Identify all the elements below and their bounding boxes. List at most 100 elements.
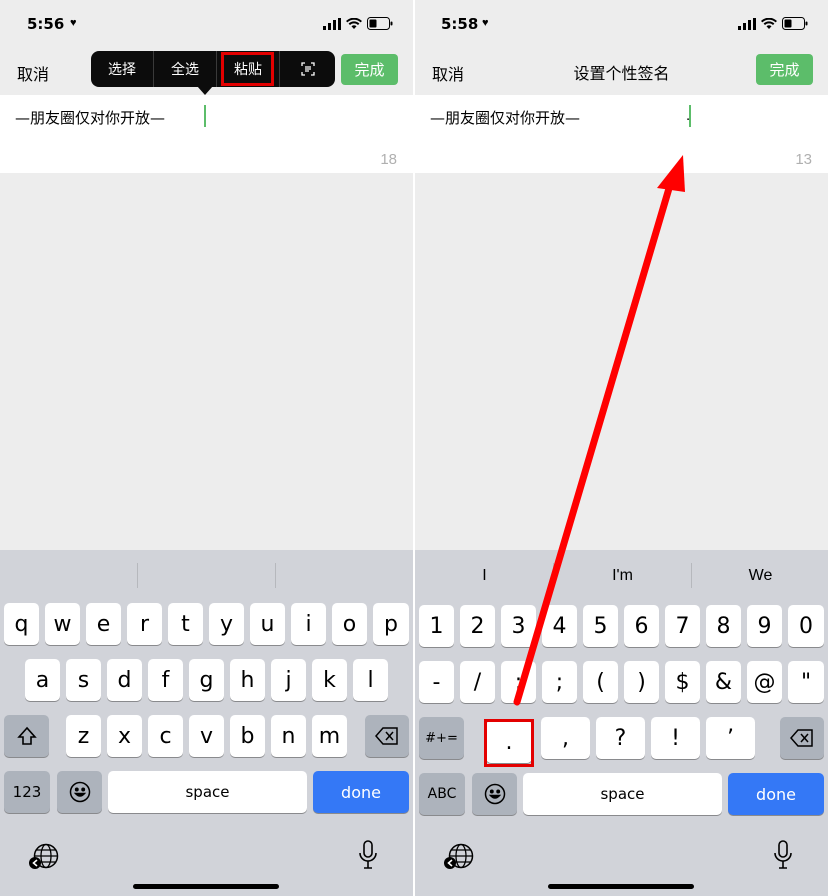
key[interactable]: g: [189, 659, 224, 701]
key[interactable]: j: [271, 659, 306, 701]
key[interactable]: c: [148, 715, 183, 757]
suggestion-word[interactable]: I: [416, 567, 553, 585]
key[interactable]: r: [127, 603, 162, 645]
status-time: 5:56: [27, 15, 65, 33]
key[interactable]: q: [4, 603, 39, 645]
key[interactable]: 3: [501, 605, 536, 647]
suggestion-word[interactable]: I'm: [554, 567, 691, 585]
key[interactable]: 6: [624, 605, 659, 647]
key[interactable]: i: [291, 603, 326, 645]
key[interactable]: ?: [596, 717, 645, 759]
emoji-icon: [484, 783, 505, 805]
globe-icon[interactable]: [443, 843, 477, 871]
key[interactable]: n: [271, 715, 306, 757]
key[interactable]: b: [230, 715, 265, 757]
menu-pointer: [197, 86, 213, 95]
key[interactable]: 1: [419, 605, 454, 647]
key[interactable]: z: [66, 715, 101, 757]
key[interactable]: ’: [706, 717, 755, 759]
key[interactable]: 7: [665, 605, 700, 647]
heart-icon: ♥: [70, 17, 77, 29]
key[interactable]: o: [332, 603, 367, 645]
key[interactable]: h: [230, 659, 265, 701]
done-button[interactable]: 完成: [341, 54, 398, 85]
suggestion-word[interactable]: We: [692, 567, 828, 585]
key[interactable]: u: [250, 603, 285, 645]
status-time: 5:58: [441, 15, 479, 33]
home-indicator: [548, 884, 694, 889]
numbers-key[interactable]: 123: [4, 771, 50, 813]
key[interactable]: &: [706, 661, 741, 703]
backspace-icon: [375, 727, 398, 745]
delete-key[interactable]: [780, 717, 824, 759]
key[interactable]: f: [148, 659, 183, 701]
status-icons: [323, 17, 393, 30]
key[interactable]: 9: [747, 605, 782, 647]
key[interactable]: $: [665, 661, 700, 703]
signature-text: —朋友圈仅对你开放—: [430, 109, 581, 127]
key[interactable]: ): [624, 661, 659, 703]
delete-key[interactable]: [365, 715, 409, 757]
status-bar: 5:56 ♥: [0, 0, 413, 48]
key[interactable]: :: [501, 661, 536, 703]
menu-scan-text[interactable]: [280, 51, 335, 87]
shift-key[interactable]: [4, 715, 49, 757]
screenshot-right: 5:58 ♥ 取消 设置个性签名 完成 —朋友圈仅对你开放— . 13 I I'…: [415, 0, 828, 896]
emoji-key[interactable]: [472, 773, 517, 815]
wifi-icon: [346, 17, 362, 29]
key[interactable]: 4: [542, 605, 577, 647]
nav-bar: 取消 设置个性签名 完成: [415, 48, 828, 94]
emoji-key[interactable]: [57, 771, 102, 813]
symbols-key[interactable]: #+=: [419, 717, 464, 759]
signature-text: —朋友圈仅对你开放—: [15, 109, 166, 127]
key[interactable]: w: [45, 603, 80, 645]
key[interactable]: 8: [706, 605, 741, 647]
space-key[interactable]: space: [108, 771, 307, 813]
key[interactable]: p: [373, 603, 409, 645]
key[interactable]: m: [312, 715, 347, 757]
key[interactable]: 0: [788, 605, 824, 647]
key[interactable]: -: [419, 661, 454, 703]
key[interactable]: !: [651, 717, 700, 759]
menu-select-all[interactable]: 全选: [154, 51, 217, 87]
microphone-icon[interactable]: [358, 840, 378, 870]
signature-field[interactable]: —朋友圈仅对你开放— 18: [0, 95, 413, 173]
screenshot-left: 5:56 ♥ 取消 完成 选择 全选 粘贴 —朋友圈仅对你开放— 18 q w …: [0, 0, 413, 896]
microphone-icon[interactable]: [773, 840, 793, 870]
space-key[interactable]: space: [523, 773, 722, 815]
key[interactable]: ": [788, 661, 824, 703]
shift-icon: [16, 726, 37, 745]
abc-key[interactable]: ABC: [419, 773, 465, 815]
text-caret: [204, 105, 206, 127]
menu-select[interactable]: 选择: [91, 51, 154, 87]
key[interactable]: @: [747, 661, 782, 703]
battery-icon: [782, 17, 808, 30]
suggestion-divider: [137, 563, 138, 588]
key[interactable]: /: [460, 661, 495, 703]
key[interactable]: a: [25, 659, 60, 701]
key[interactable]: 2: [460, 605, 495, 647]
globe-icon[interactable]: [28, 843, 62, 871]
key[interactable]: ;: [542, 661, 577, 703]
edit-context-menu: 选择 全选 粘贴: [91, 51, 335, 87]
key[interactable]: k: [312, 659, 347, 701]
key[interactable]: l: [353, 659, 388, 701]
cancel-button[interactable]: 取消: [17, 61, 49, 85]
keyboard-done-key[interactable]: done: [313, 771, 409, 813]
key[interactable]: e: [86, 603, 121, 645]
key[interactable]: v: [189, 715, 224, 757]
key[interactable]: ,: [541, 717, 590, 759]
cellular-signal-icon: [738, 17, 756, 30]
key[interactable]: (: [583, 661, 618, 703]
key[interactable]: y: [209, 603, 244, 645]
backspace-icon: [790, 729, 813, 747]
key[interactable]: d: [107, 659, 142, 701]
done-button[interactable]: 完成: [756, 54, 813, 85]
emoji-icon: [69, 781, 90, 803]
key[interactable]: 5: [583, 605, 618, 647]
signature-field[interactable]: —朋友圈仅对你开放— . 13: [415, 95, 828, 173]
key[interactable]: s: [66, 659, 101, 701]
key[interactable]: t: [168, 603, 203, 645]
key[interactable]: x: [107, 715, 142, 757]
keyboard-done-key[interactable]: done: [728, 773, 824, 815]
